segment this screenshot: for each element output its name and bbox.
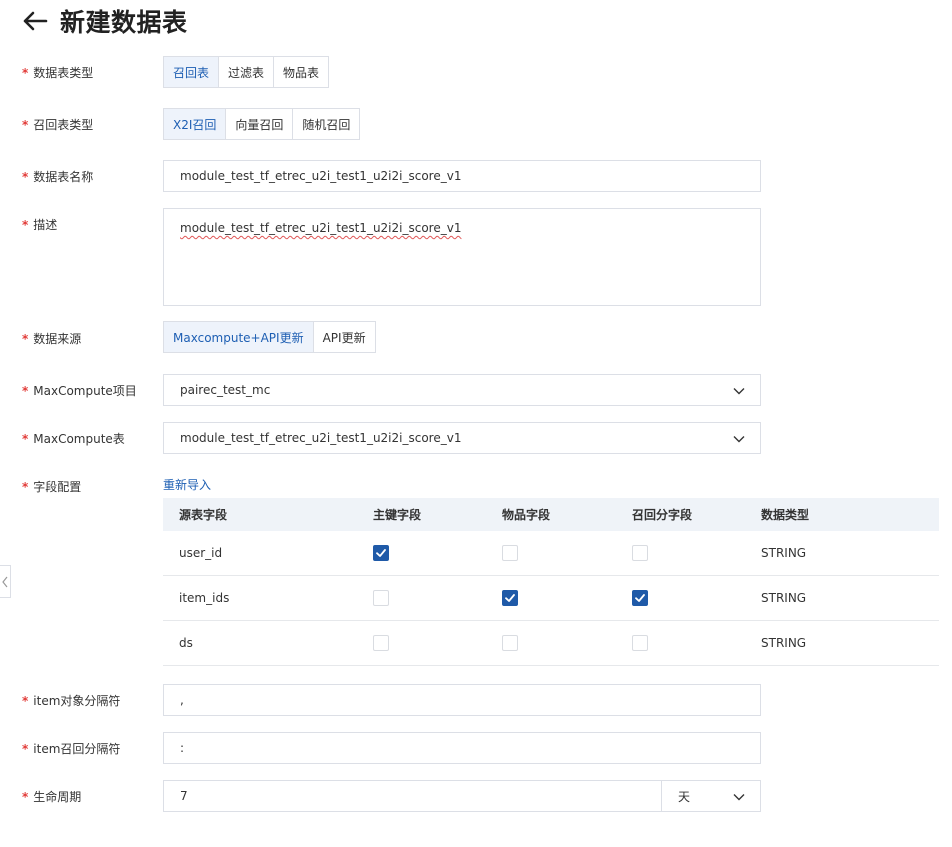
check-icon	[505, 594, 515, 602]
table-type-option-item[interactable]: 物品表	[274, 56, 330, 88]
table-type-label: * 数据表类型	[22, 66, 94, 80]
item-field-checkbox[interactable]	[502, 590, 518, 606]
table-body: user_id STRING item_ids STRING ds STRING	[163, 531, 939, 666]
source-field-cell: user_id	[179, 546, 223, 560]
data-type-cell: STRING	[761, 636, 807, 650]
item-field-checkbox[interactable]	[502, 545, 518, 561]
score-field-checkbox[interactable]	[632, 635, 648, 651]
table-row: ds STRING	[163, 621, 939, 666]
item-separator-label: * item对象分隔符	[22, 694, 121, 708]
table-row: user_id STRING	[163, 531, 939, 576]
chevron-down-icon	[733, 436, 745, 443]
table-header: 源表字段 主键字段 物品字段 召回分字段 数据类型	[163, 498, 939, 531]
reimport-link[interactable]: 重新导入	[163, 476, 211, 493]
recall-type-option-x2i[interactable]: X2I召回	[163, 108, 227, 140]
chevron-left-icon	[2, 576, 8, 587]
mc-table-select[interactable]: module_test_tf_etrec_u2i_test1_u2i2i_sco…	[163, 422, 761, 454]
data-source-option-api[interactable]: API更新	[313, 321, 376, 353]
item-score-separator-input[interactable]: :	[163, 732, 761, 764]
column-header-source-field: 源表字段	[179, 508, 228, 522]
item-field-checkbox[interactable]	[502, 635, 518, 651]
table-type-segment: 召回表 过滤表 物品表	[163, 56, 330, 88]
recall-type-segment: X2I召回 向量召回 随机召回	[163, 108, 361, 140]
data-source-segment: Maxcompute+API更新 API更新	[163, 321, 376, 353]
check-icon	[376, 549, 386, 557]
primary-key-checkbox[interactable]	[373, 590, 389, 606]
field-config-label: * 字段配置	[22, 480, 82, 494]
page-title: 新建数据表	[60, 8, 188, 37]
data-source-label: * 数据来源	[22, 332, 82, 346]
data-type-cell: STRING	[761, 546, 807, 560]
column-header-primary-key: 主键字段	[373, 508, 422, 522]
data-type-cell: STRING	[761, 591, 807, 605]
mc-project-select[interactable]: pairec_test_mc	[163, 374, 761, 406]
source-field-cell: ds	[179, 636, 193, 650]
chevron-down-icon	[733, 794, 745, 801]
column-header-score-field: 召回分字段	[632, 508, 693, 522]
recall-type-option-random[interactable]: 随机召回	[293, 108, 361, 140]
table-type-option-recall[interactable]: 召回表	[163, 56, 220, 88]
table-name-input[interactable]: module_test_tf_etrec_u2i_test1_u2i2i_sco…	[163, 160, 761, 192]
lifecycle-unit-select[interactable]: 天	[661, 780, 761, 812]
item-separator-input[interactable]: ,	[163, 684, 761, 716]
lifecycle-label: * 生命周期	[22, 790, 82, 804]
table-name-label: * 数据表名称	[22, 170, 94, 184]
primary-key-checkbox[interactable]	[373, 545, 389, 561]
description-textarea[interactable]: module_test_tf_etrec_u2i_test1_u2i2i_sco…	[163, 208, 761, 306]
column-header-item-field: 物品字段	[502, 508, 551, 522]
source-field-cell: item_ids	[179, 591, 230, 605]
score-field-checkbox[interactable]	[632, 545, 648, 561]
score-field-checkbox[interactable]	[632, 590, 648, 606]
sidebar-collapse-handle[interactable]	[0, 565, 11, 598]
mc-project-label: * MaxCompute项目	[22, 384, 137, 398]
table-row: item_ids STRING	[163, 576, 939, 621]
primary-key-checkbox[interactable]	[373, 635, 389, 651]
table-type-option-filter[interactable]: 过滤表	[219, 56, 275, 88]
mc-table-label: * MaxCompute表	[22, 432, 125, 446]
lifecycle-input[interactable]: 7	[163, 780, 662, 812]
field-config-table: 源表字段 主键字段 物品字段 召回分字段 数据类型 user_id STRING i…	[163, 498, 939, 666]
column-header-data-type: 数据类型	[761, 508, 810, 522]
recall-type-label: * 召回表类型	[22, 118, 94, 132]
description-label: * 描述	[22, 218, 58, 232]
page-header: 新建数据表	[22, 3, 188, 39]
check-icon	[635, 594, 645, 602]
item-score-separator-label: * item召回分隔符	[22, 742, 121, 756]
arrow-left-icon[interactable]	[22, 9, 50, 33]
recall-type-option-vector[interactable]: 向量召回	[226, 108, 294, 140]
data-source-option-maxcompute-api[interactable]: Maxcompute+API更新	[163, 321, 314, 353]
chevron-down-icon	[733, 388, 745, 395]
